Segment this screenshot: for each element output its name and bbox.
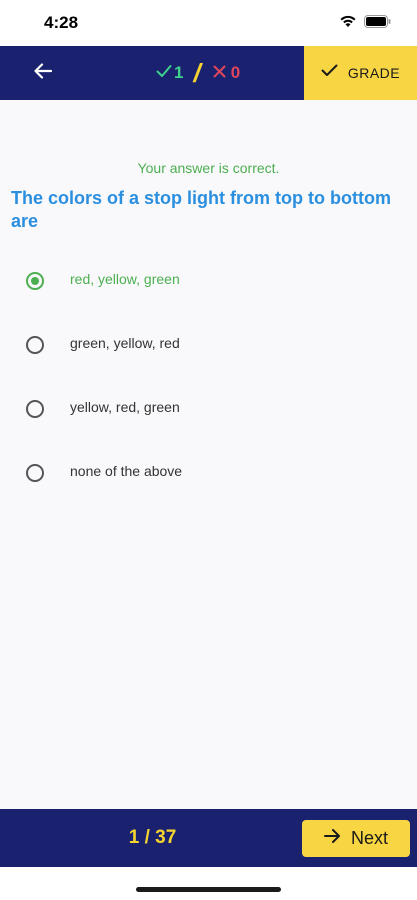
option-label: red, yellow, green	[70, 271, 180, 287]
grade-label: GRADE	[347, 65, 401, 81]
answer-option[interactable]: red, yellow, green	[0, 248, 417, 312]
next-label: Next	[350, 828, 388, 848]
radio-icon[interactable]	[26, 336, 44, 354]
radio-dot	[31, 277, 39, 285]
arrow-left-icon	[34, 62, 53, 84]
question-text: The colors of a stop light from top to b…	[11, 188, 391, 231]
radio-selected-icon[interactable]	[26, 272, 44, 290]
answer-feedback: Your answer is correct.	[137, 160, 280, 176]
correct-score: 1	[156, 63, 183, 83]
next-button[interactable]: Next	[302, 820, 410, 857]
grade-button[interactable]: GRADE	[304, 46, 417, 100]
wrong-count: 0	[230, 63, 241, 82]
correct-count: 1	[174, 63, 184, 82]
quiz-header: 1 / 0 GRADE	[0, 46, 417, 100]
status-time: 4:28	[44, 13, 79, 32]
status-bar: 4:28	[0, 0, 417, 46]
quiz-footer: 1 / 37 Next	[0, 809, 417, 867]
score-separator: /	[193, 57, 201, 88]
check-icon	[156, 63, 172, 83]
radio-icon[interactable]	[26, 464, 44, 482]
option-label: yellow, red, green	[70, 399, 180, 415]
home-area	[0, 867, 417, 900]
cross-icon	[213, 63, 226, 83]
wifi-icon	[339, 14, 357, 33]
arrow-right-icon	[323, 829, 341, 848]
battery-icon	[364, 14, 391, 33]
home-indicator[interactable]	[136, 887, 281, 892]
check-icon	[321, 64, 338, 82]
option-label: green, yellow, red	[70, 335, 180, 351]
answer-option[interactable]: yellow, red, green	[0, 376, 417, 440]
back-button[interactable]	[24, 56, 62, 90]
score-display: 1 / 0	[156, 56, 240, 90]
wrong-score: 0	[213, 63, 240, 83]
radio-icon[interactable]	[26, 400, 44, 418]
page-counter: 1 / 37	[128, 827, 177, 848]
answer-option[interactable]: none of the above	[0, 440, 417, 504]
status-icons	[339, 14, 391, 33]
option-label: none of the above	[70, 463, 183, 479]
answer-option[interactable]: green, yellow, red	[0, 312, 417, 376]
